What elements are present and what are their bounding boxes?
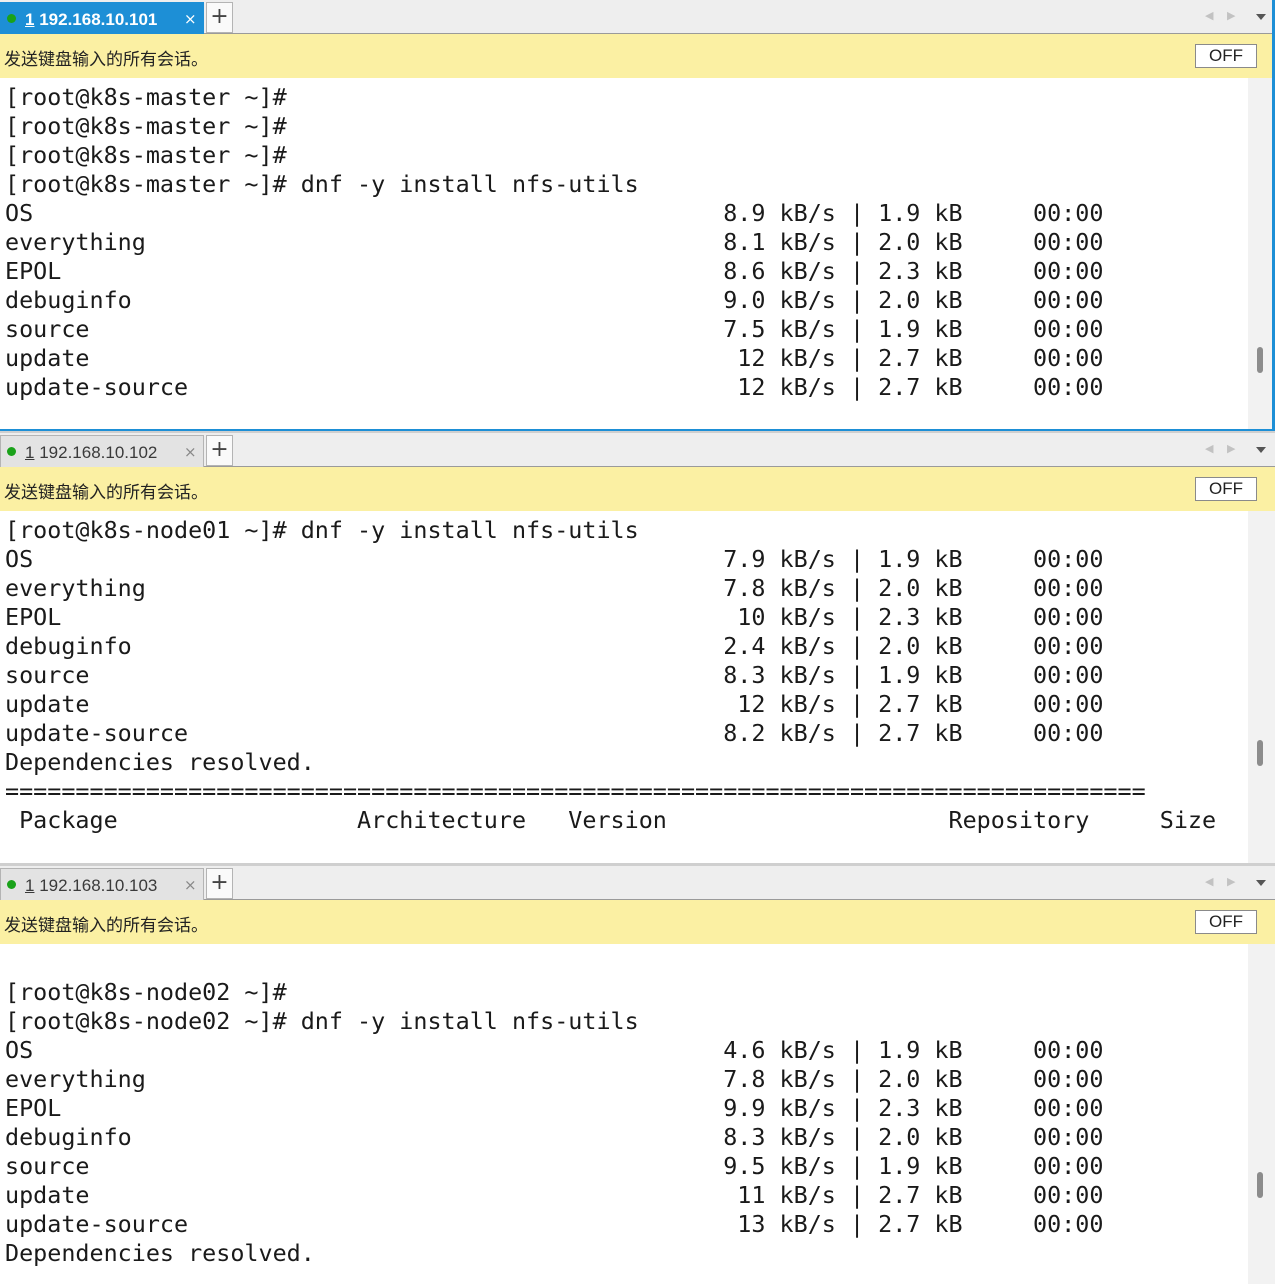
broadcast-text: 发送键盘输入的所有会话。 bbox=[4, 483, 208, 503]
terminal-line: Dependencies resolved. bbox=[5, 1239, 315, 1267]
tab-host: 192.168.10.102 bbox=[39, 443, 158, 462]
terminal-output[interactable]: [root@k8s-node02 ~]# [root@k8s-node02 ~]… bbox=[0, 944, 1248, 1284]
session-tab[interactable]: 1 192.168.10.103 × bbox=[0, 868, 204, 900]
terminal-line: [root@k8s-node01 ~]# dnf -y install nfs-… bbox=[5, 516, 639, 544]
tab-number: 1 bbox=[25, 443, 35, 462]
tab-host: 192.168.10.101 bbox=[39, 10, 158, 29]
terminal-line: EPOL 9.9 kB/s | 2.3 kB 00:00 bbox=[5, 1094, 1104, 1122]
tab-bar: 1 192.168.10.102 × + ◀ ▶ bbox=[0, 433, 1275, 467]
vertical-scrollbar[interactable] bbox=[1248, 944, 1275, 1284]
terminal-line: update-source 8.2 kB/s | 2.7 kB 00:00 bbox=[5, 719, 1104, 747]
terminal-line: source 9.5 kB/s | 1.9 kB 00:00 bbox=[5, 1152, 1104, 1180]
terminal-line: everything 7.8 kB/s | 2.0 kB 00:00 bbox=[5, 1065, 1104, 1093]
session-pane-2: 1 192.168.10.102 × + ◀ ▶ 发送键盘输入的所有会话。 OF… bbox=[0, 433, 1275, 863]
close-tab-icon[interactable]: × bbox=[184, 443, 197, 461]
close-tab-icon[interactable]: × bbox=[184, 876, 197, 894]
scroll-tabs-left-icon[interactable]: ◀ bbox=[1205, 9, 1213, 22]
scrollbar-thumb[interactable] bbox=[1257, 347, 1263, 373]
scroll-tabs-left-icon[interactable]: ◀ bbox=[1205, 442, 1213, 455]
terminal-line: everything 8.1 kB/s | 2.0 kB 00:00 bbox=[5, 228, 1104, 256]
terminal-line: update-source 13 kB/s | 2.7 kB 00:00 bbox=[5, 1210, 1104, 1238]
tab-bar: 1 192.168.10.101 × + ◀ ▶ bbox=[0, 0, 1275, 34]
tab-host: 192.168.10.103 bbox=[39, 876, 158, 895]
tab-bar: 1 192.168.10.103 × + ◀ ▶ bbox=[0, 866, 1275, 900]
add-tab-button[interactable]: + bbox=[206, 2, 233, 33]
broadcast-text: 发送键盘输入的所有会话。 bbox=[4, 916, 208, 936]
session-pane-3: 1 192.168.10.103 × + ◀ ▶ 发送键盘输入的所有会话。 OF… bbox=[0, 866, 1275, 1284]
terminal-line: EPOL 8.6 kB/s | 2.3 kB 00:00 bbox=[5, 257, 1104, 285]
terminal-line: OS 4.6 kB/s | 1.9 kB 00:00 bbox=[5, 1036, 1104, 1064]
terminal-line: [root@k8s-master ~]# bbox=[5, 141, 287, 169]
terminal-line: [root@k8s-node02 ~]# dnf -y install nfs-… bbox=[5, 1007, 639, 1035]
connected-status-icon bbox=[7, 447, 16, 456]
terminal-line: source 8.3 kB/s | 1.9 kB 00:00 bbox=[5, 661, 1104, 689]
add-tab-button[interactable]: + bbox=[206, 435, 233, 466]
scroll-tabs-right-icon[interactable]: ▶ bbox=[1227, 442, 1235, 455]
session-tab[interactable]: 1 192.168.10.102 × bbox=[0, 435, 204, 467]
session-tab[interactable]: 1 192.168.10.101 × bbox=[0, 2, 204, 34]
tab-menu-dropdown-icon[interactable] bbox=[1256, 880, 1266, 886]
scroll-tabs-right-icon[interactable]: ▶ bbox=[1227, 9, 1235, 22]
tab-number: 1 bbox=[25, 876, 35, 895]
tab-menu-dropdown-icon[interactable] bbox=[1256, 447, 1266, 453]
terminal-line: [root@k8s-master ~]# bbox=[5, 112, 287, 140]
terminal-line: debuginfo 2.4 kB/s | 2.0 kB 00:00 bbox=[5, 632, 1104, 660]
terminal-line: [root@k8s-master ~]# bbox=[5, 83, 287, 111]
connected-status-icon bbox=[7, 14, 16, 23]
terminal-line: source 7.5 kB/s | 1.9 kB 00:00 bbox=[5, 315, 1104, 343]
terminal-line: OS 8.9 kB/s | 1.9 kB 00:00 bbox=[5, 199, 1104, 227]
session-pane-1: 1 192.168.10.101 × + ◀ ▶ 发送键盘输入的所有会话。 OF… bbox=[0, 0, 1275, 431]
terminal-line: update 11 kB/s | 2.7 kB 00:00 bbox=[5, 1181, 1104, 1209]
tab-label: 1 192.168.10.102 bbox=[25, 443, 157, 463]
tab-number: 1 bbox=[25, 10, 35, 29]
terminal-line: update-source 12 kB/s | 2.7 kB 00:00 bbox=[5, 373, 1104, 401]
scroll-tabs-right-icon[interactable]: ▶ bbox=[1227, 875, 1235, 888]
broadcast-off-button[interactable]: OFF bbox=[1195, 477, 1257, 501]
vertical-scrollbar[interactable] bbox=[1248, 511, 1275, 863]
terminal-line: Dependencies resolved. bbox=[5, 748, 315, 776]
terminal-line: everything 7.8 kB/s | 2.0 kB 00:00 bbox=[5, 574, 1104, 602]
terminal-line: OS 7.9 kB/s | 1.9 kB 00:00 bbox=[5, 545, 1104, 573]
scroll-tabs-left-icon[interactable]: ◀ bbox=[1205, 875, 1213, 888]
terminal-line: EPOL 10 kB/s | 2.3 kB 00:00 bbox=[5, 603, 1104, 631]
broadcast-off-button[interactable]: OFF bbox=[1195, 44, 1257, 68]
terminal-output[interactable]: [root@k8s-node01 ~]# dnf -y install nfs-… bbox=[0, 511, 1248, 863]
terminal-table-header: Package Architecture Version Repository … bbox=[5, 806, 1217, 834]
terminal-line: update 12 kB/s | 2.7 kB 00:00 bbox=[5, 690, 1104, 718]
terminal-line: debuginfo 8.3 kB/s | 2.0 kB 00:00 bbox=[5, 1123, 1104, 1151]
tab-label: 1 192.168.10.101 bbox=[25, 10, 157, 30]
terminal-line: update 12 kB/s | 2.7 kB 00:00 bbox=[5, 344, 1104, 372]
terminal-separator-line: ========================================… bbox=[5, 777, 1146, 805]
tab-label: 1 192.168.10.103 bbox=[25, 876, 157, 896]
scrollbar-thumb[interactable] bbox=[1257, 740, 1263, 766]
broadcast-bar: 发送键盘输入的所有会话。 OFF bbox=[0, 900, 1275, 944]
terminal-line: [root@k8s-master ~]# dnf -y install nfs-… bbox=[5, 170, 639, 198]
terminal-line: [root@k8s-node02 ~]# bbox=[5, 978, 287, 1006]
close-tab-icon[interactable]: × bbox=[184, 10, 197, 28]
broadcast-bar: 发送键盘输入的所有会话。 OFF bbox=[0, 34, 1275, 78]
add-tab-button[interactable]: + bbox=[206, 868, 233, 899]
vertical-scrollbar[interactable] bbox=[1248, 78, 1275, 431]
tab-menu-dropdown-icon[interactable] bbox=[1256, 14, 1266, 20]
broadcast-text: 发送键盘输入的所有会话。 bbox=[4, 50, 208, 70]
broadcast-bar: 发送键盘输入的所有会话。 OFF bbox=[0, 467, 1275, 511]
scrollbar-thumb[interactable] bbox=[1257, 1172, 1263, 1198]
broadcast-off-button[interactable]: OFF bbox=[1195, 910, 1257, 934]
terminal-line: debuginfo 9.0 kB/s | 2.0 kB 00:00 bbox=[5, 286, 1104, 314]
connected-status-icon bbox=[7, 880, 16, 889]
terminal-output[interactable]: [root@k8s-master ~]# [root@k8s-master ~]… bbox=[0, 78, 1248, 431]
